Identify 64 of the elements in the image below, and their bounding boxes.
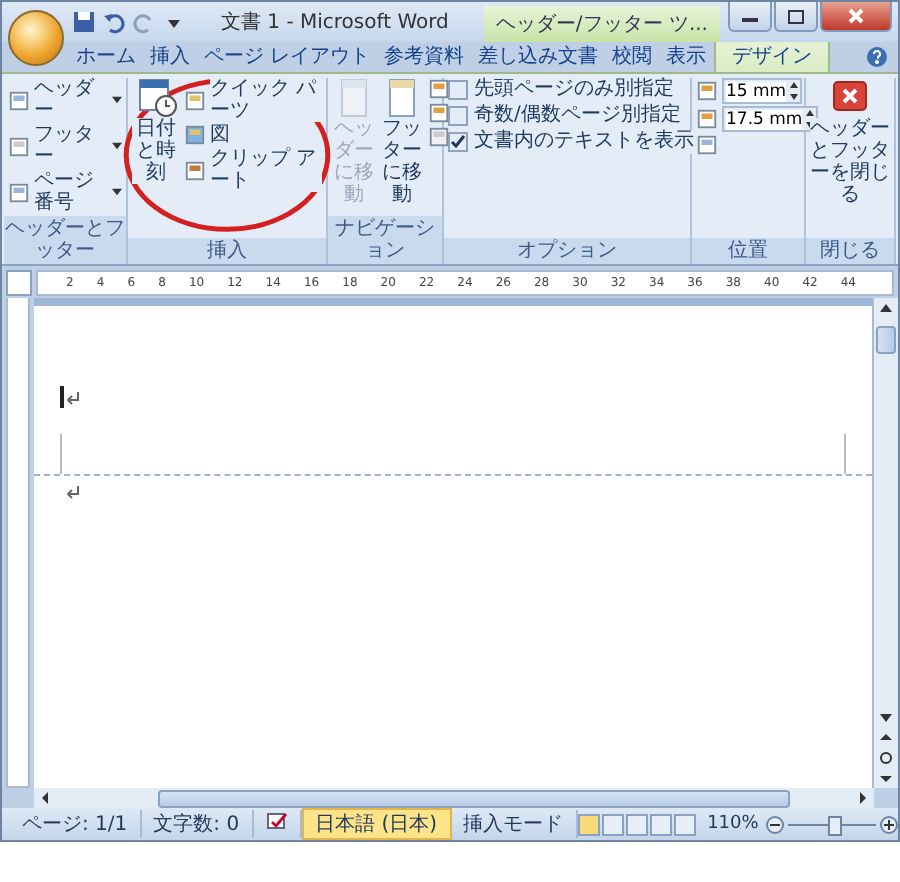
checkbox[interactable]: [448, 106, 468, 126]
window-title: 文書 1 - Microsoft Word: [219, 9, 451, 36]
image-icon: [184, 124, 207, 146]
proofing-icon[interactable]: [265, 810, 288, 832]
undo-icon[interactable]: [102, 10, 126, 34]
caret-icon: [112, 142, 122, 150]
paragraph-mark-icon: [66, 486, 80, 500]
page-icon: [8, 181, 30, 203]
clip-art-icon: [184, 159, 207, 181]
alignment-tab-icon: [696, 134, 718, 156]
language-indicator[interactable]: 日本語 (日本): [301, 808, 452, 840]
status-text[interactable]: 文字数: 0: [141, 810, 254, 838]
zoom-level[interactable]: 110%: [707, 814, 759, 834]
group-label: 挿入: [128, 238, 326, 264]
office-button[interactable]: [8, 10, 64, 66]
small-page-icon: [428, 126, 450, 148]
minimize-button[interactable]: [728, 2, 772, 32]
page-icon: [8, 135, 30, 157]
close-button[interactable]: [820, 2, 892, 32]
group-label: ナビゲーション: [328, 216, 442, 264]
scrollbar-thumb[interactable]: [876, 326, 896, 354]
zoom-slider-thumb[interactable]: [828, 815, 843, 835]
caret-icon: [112, 96, 122, 104]
save-icon[interactable]: [72, 10, 96, 34]
status-text[interactable]: ページ: 1/1: [10, 810, 142, 838]
spin-arrows-icon[interactable]: [790, 82, 799, 100]
group-label: 閉じる: [806, 238, 894, 264]
ribbon-tab[interactable]: 差し込み文書: [472, 40, 605, 72]
group-label: オプション: [444, 238, 690, 264]
zoom-out-icon[interactable]: [766, 815, 785, 833]
maximize-icon: [788, 9, 804, 23]
checkbox[interactable]: [448, 132, 468, 152]
ribbon-tab[interactable]: 挿入: [144, 40, 196, 72]
checkbox-label: 文書内のテキストを表示: [474, 130, 694, 154]
close-icon: [848, 8, 864, 24]
maximize-button[interactable]: [774, 2, 818, 32]
spinner-field[interactable]: 15 mm: [722, 78, 803, 104]
margin-icon: [696, 108, 718, 130]
group-label: 位置: [692, 238, 804, 264]
contextual-tab-label: ヘッダー/フッター ツ...: [483, 6, 720, 42]
scrollbar-thumb[interactable]: [158, 789, 790, 807]
text-cursor: [60, 386, 64, 408]
page-icon: [184, 89, 207, 111]
help-icon[interactable]: [866, 46, 888, 68]
ribbon-tab[interactable]: ページ レイアウト: [198, 40, 377, 72]
ribbon-tab[interactable]: 参考資料: [378, 40, 471, 72]
zoom-in-icon[interactable]: [880, 815, 898, 833]
ribbon-tab[interactable]: 表示: [660, 40, 713, 72]
small-page-icon: [428, 78, 450, 100]
ribbon-button[interactable]: 図: [184, 124, 322, 146]
checkbox[interactable]: [448, 80, 468, 100]
page-icon: [8, 89, 30, 111]
browse-object-icon[interactable]: [874, 748, 898, 768]
checkbox-label: 奇数/偶数ページ別指定: [474, 104, 681, 128]
paragraph-mark-icon: [66, 392, 80, 406]
checkbox-label: 先頭ページのみ別指定: [474, 78, 674, 102]
margin-icon: [696, 80, 718, 102]
tab-selector[interactable]: [6, 269, 32, 295]
ribbon-tab[interactable]: 校閲: [606, 40, 659, 72]
ribbon-tab[interactable]: ホーム: [70, 40, 142, 72]
calendar-clock-icon: [134, 78, 178, 118]
group-label: ヘッダーとフッター: [4, 216, 126, 264]
small-page-icon: [428, 102, 450, 124]
caret-icon: [112, 188, 122, 196]
